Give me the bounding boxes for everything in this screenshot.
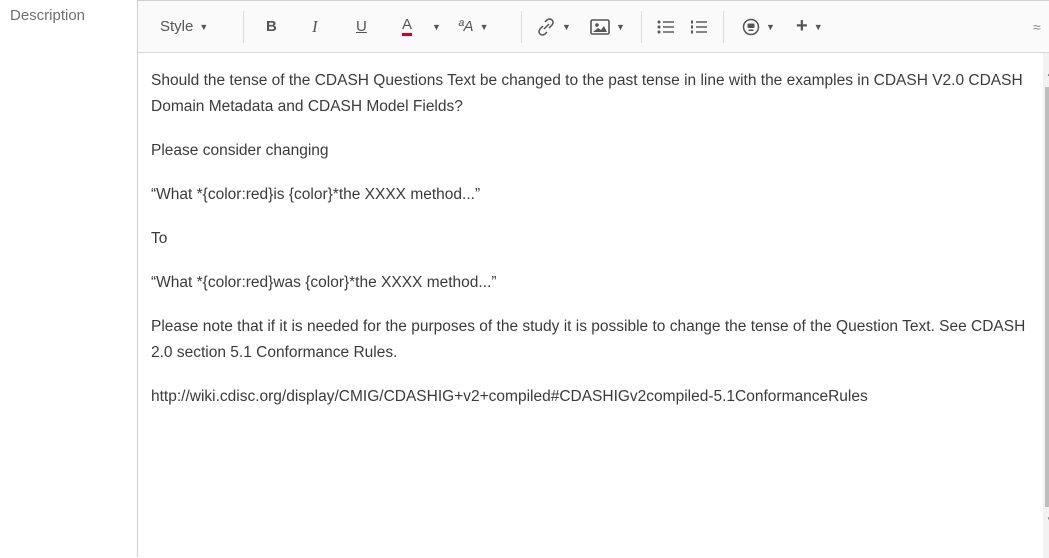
italic-label: I xyxy=(312,16,318,36)
paragraph: Please consider changing xyxy=(151,142,329,159)
italic-button[interactable]: I xyxy=(312,1,318,52)
text-color-button[interactable]: A xyxy=(402,1,413,52)
more-formatting-icon: ªA xyxy=(458,18,474,35)
emoticon-icon xyxy=(742,18,760,35)
image-icon xyxy=(590,18,610,35)
collapse-icon: ≈ xyxy=(1033,18,1041,35)
paragraph: http://wiki.cdisc.org/display/CMIG/CDASH… xyxy=(151,388,868,405)
editor-content[interactable]: Should the tense of the CDASH Questions … xyxy=(138,53,1043,558)
editor-toolbar: Style ▼ B I U A ▼ ªA ▼ ▼ ▼ ▼ + ▼ ≈ xyxy=(138,1,1049,53)
paragraph: Please note that if it is needed for the… xyxy=(151,318,1026,361)
numbered-list-icon xyxy=(691,20,707,33)
chevron-down-icon: ▼ xyxy=(432,21,441,32)
underline-button[interactable]: U xyxy=(356,1,367,52)
paragraph: “What *{color:red}is {color}*the XXXX me… xyxy=(151,186,481,203)
style-dropdown[interactable]: Style ▼ xyxy=(160,1,208,52)
image-dropdown[interactable]: ▼ xyxy=(590,1,625,52)
chevron-down-icon: ▼ xyxy=(813,21,823,32)
vertical-scrollbar[interactable]: ▲ ▼ xyxy=(1043,53,1049,558)
emoticon-dropdown[interactable]: ▼ xyxy=(742,1,775,52)
scrollbar-thumb[interactable] xyxy=(1045,87,1049,507)
link-icon xyxy=(538,17,554,36)
chevron-down-icon: ▼ xyxy=(199,21,209,32)
more-formatting-dropdown[interactable]: ªA ▼ xyxy=(458,1,488,52)
bullet-list-icon xyxy=(657,20,674,33)
style-label: Style xyxy=(160,18,194,35)
collapse-toolbar-button[interactable]: ≈ xyxy=(1033,1,1041,52)
chevron-down-icon: ▼ xyxy=(766,21,775,32)
paragraph: “What *{color:red}was {color}*the XXXX m… xyxy=(151,274,497,291)
text-color-dropdown[interactable]: ▼ xyxy=(432,1,441,52)
underline-label: U xyxy=(356,18,367,35)
bullet-list-button[interactable] xyxy=(657,1,675,52)
paragraph: Should the tense of the CDASH Questions … xyxy=(151,72,1023,115)
paragraph: To xyxy=(151,230,168,247)
chevron-down-icon: ▼ xyxy=(616,21,625,32)
numbered-list-button[interactable] xyxy=(690,1,708,52)
bold-button[interactable]: B xyxy=(266,1,277,52)
chevron-down-icon: ▼ xyxy=(479,21,489,32)
chevron-down-icon: ▼ xyxy=(562,21,571,32)
field-label: Description xyxy=(10,7,86,24)
plus-icon: + xyxy=(796,15,808,37)
text-color-label: A xyxy=(402,17,413,36)
link-dropdown[interactable]: ▼ xyxy=(536,1,571,52)
insert-dropdown[interactable]: + ▼ xyxy=(796,1,823,52)
rich-text-editor[interactable]: Style ▼ B I U A ▼ ªA ▼ ▼ ▼ ▼ + ▼ ≈ Shoul… xyxy=(137,0,1049,558)
bold-label: B xyxy=(266,18,277,35)
